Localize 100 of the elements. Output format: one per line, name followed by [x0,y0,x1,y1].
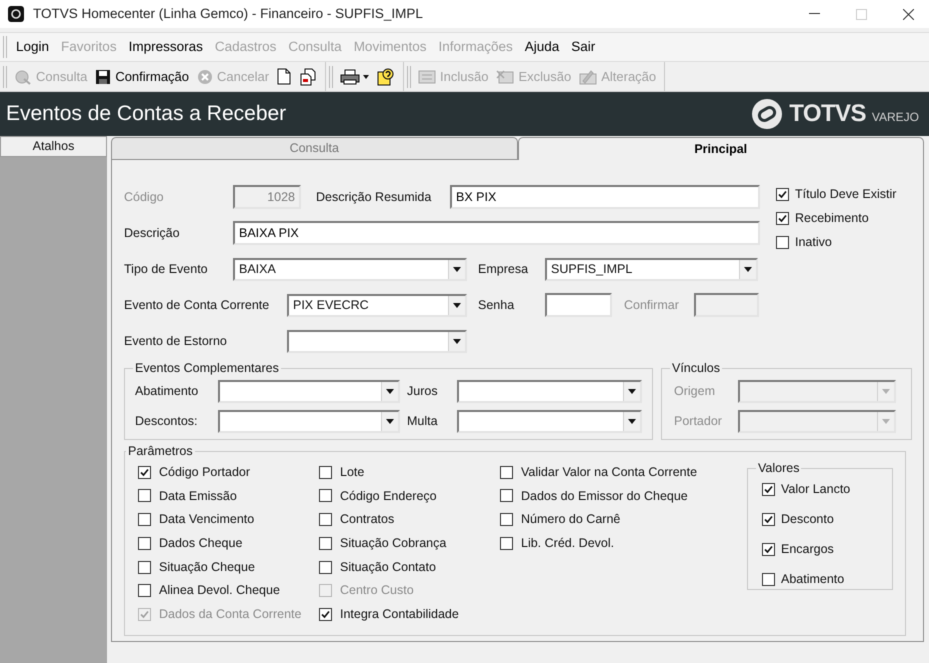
dropdown-arrow-icon [628,418,636,424]
field-label: Evento de Estorno [124,332,228,350]
checkbox[interactable] [138,584,151,598]
checkbox[interactable] [319,560,332,574]
toolbar-button[interactable]: Confirmação [91,64,194,88]
checkbox-label: Contratos [340,511,394,528]
caret-icon [363,74,370,78]
checkbox[interactable] [138,489,151,502]
menu-item[interactable]: Sair [565,36,602,58]
field-label: Evento de Conta Corrente [124,296,270,314]
checkbox[interactable] [319,513,332,526]
close-icon[interactable] [903,8,914,20]
menu-item[interactable]: Impressoras [122,36,209,58]
checkbox-label: Código Endereço [340,488,437,505]
field-label: Multa [406,412,439,430]
input-field[interactable] [545,293,612,317]
checkbox-label: Situação Cheque [159,558,255,576]
tab[interactable]: Principal [518,137,924,160]
checkbox[interactable] [500,466,513,479]
checkbox-label: Validar Valor na Conta Corrente [521,464,698,481]
page-title: Eventos de Contas a Receber [6,101,286,128]
logo-text: TOTVS [789,99,866,129]
field-label: Abatimento [135,382,200,400]
checkbox[interactable] [500,489,513,502]
new-document-icon [277,68,292,85]
checkbox-label: Alinea Devol. Cheque [159,582,280,600]
checkbox[interactable] [500,536,513,550]
logo-icon [751,98,784,130]
dropdown[interactable] [457,380,642,403]
checkbox-label: Dados do Emissor do Cheque [521,488,688,505]
group-title: Eventos Complementares [134,360,280,377]
dropdown[interactable]: SUPFIS_IMPL [545,258,758,280]
menu-item[interactable]: Login [10,36,56,58]
input-field[interactable]: BX PIX [450,185,760,209]
checkbox-label: Dados Cheque [159,534,242,552]
dropdown[interactable]: PIX EVECRC [287,294,467,316]
input-field[interactable]: BAIXA PIX [233,221,760,245]
checkbox[interactable] [762,512,775,526]
field-label: Portador [674,412,723,430]
checkbox-label: Encargos [781,540,834,558]
dropdown-arrow-icon [386,388,394,394]
dropdown-arrow-icon [882,418,890,424]
help-icon [377,68,396,86]
dropdown[interactable] [457,410,642,433]
dropdown[interactable] [218,380,400,403]
checkbox[interactable] [138,513,151,526]
field-label: Confirmar [624,296,680,314]
checkbox[interactable] [319,608,332,621]
checkbox[interactable] [500,513,513,526]
checkbox-label: Situação Cobrança [340,534,446,552]
field-label: Tipo de Evento [124,260,209,278]
dropdown[interactable] [218,410,400,433]
checkbox[interactable] [776,236,789,249]
sidebar-button[interactable]: Atalhos [0,136,107,157]
checkbox-label: Integra Contabilidade [340,606,459,623]
tab[interactable]: Consulta [111,137,518,160]
checkbox-label: Código Portador [159,464,250,481]
checkbox-label: Lib. Créd. Devol. [521,534,614,552]
logo-tagline: VAREJO [872,109,919,126]
checkbox-label: Data Emissão [159,488,237,505]
checkbox[interactable] [762,572,775,586]
field-label: Descrição [124,224,181,242]
checkbox[interactable] [776,212,789,225]
field-label: Empresa [478,260,530,278]
group-title: Parâmetros [127,443,194,460]
field-label: Descontos: [135,412,199,430]
checkbox-label: Centro Custo [340,582,414,600]
minimize-icon[interactable] [809,13,820,15]
field-label: Origem [674,382,716,400]
checkbox-label: Inativo [795,234,832,252]
window-title: TOTVS Homecenter (Linha Gemco) - Financeiro - SUPFIS_IMPL [33,4,424,23]
dropdown[interactable] [287,330,467,352]
insert-icon [418,70,436,84]
copy-document-icon [299,68,318,86]
printer-icon [340,68,360,84]
checkbox[interactable] [762,542,775,556]
save-icon [95,68,112,84]
dropdown-arrow-icon [628,388,636,394]
dropdown-arrow-icon [453,302,461,308]
dropdown-arrow-icon [386,418,394,424]
checkbox[interactable] [138,536,151,550]
checkbox[interactable] [319,489,332,502]
checkbox-label: Número do Carnê [521,511,620,528]
checkbox[interactable] [776,188,789,201]
menu-item[interactable]: Ajuda [518,36,566,58]
checkbox[interactable] [138,466,151,479]
dropdown-arrow-icon [882,388,890,394]
edit-icon [579,68,598,84]
checkbox[interactable] [138,560,151,574]
dropdown[interactable]: BAIXA [233,258,467,280]
checkbox-label: Lote [340,464,364,481]
checkbox[interactable] [319,466,332,479]
cancel-icon [197,68,214,84]
checkbox-label: Recebimento [795,210,869,228]
field-label: Senha [478,296,516,314]
checkbox-label: Desconto [781,510,834,528]
checkbox[interactable] [319,536,332,550]
checkbox[interactable] [762,482,775,496]
dropdown-arrow-icon [453,338,461,344]
field-label: Juros [406,382,439,400]
